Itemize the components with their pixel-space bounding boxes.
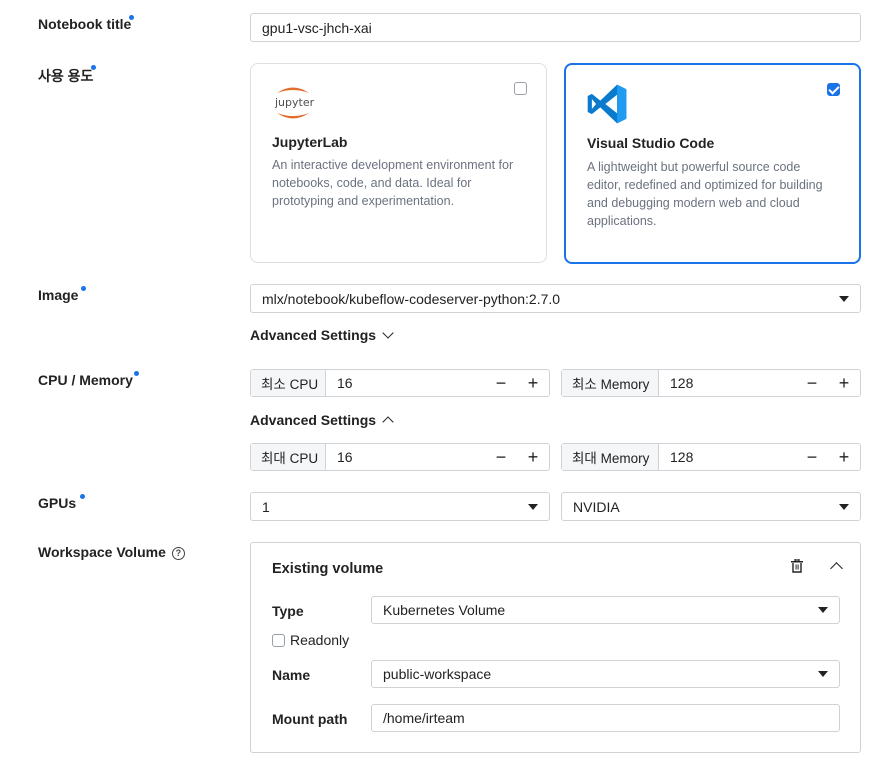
workspace-volume-text: Workspace Volume [38, 544, 166, 560]
caret-down-icon [818, 607, 828, 613]
image-label: Image [38, 287, 79, 303]
mount-path-label: Mount path [272, 711, 348, 727]
notebook-title-input[interactable]: gpu1-vsc-jhch-xai [250, 13, 861, 42]
plus-icon[interactable]: + [828, 370, 860, 396]
readonly-checkbox[interactable] [272, 634, 285, 647]
jupyter-logo: jupyter [273, 84, 314, 122]
jupyterlab-checkbox[interactable] [514, 82, 527, 95]
gpu-count-value: 1 [262, 498, 270, 515]
jupyterlab-title: JupyterLab [272, 134, 348, 150]
chevron-down-icon [382, 327, 394, 339]
vscode-checkbox[interactable] [827, 83, 840, 96]
plus-icon[interactable]: + [828, 444, 860, 470]
workspace-volume-label: Workspace Volume? [38, 544, 185, 560]
min-cpu-label: 최소 CPU [251, 370, 326, 396]
mount-path-input[interactable]: /home/irteam [371, 704, 840, 732]
caret-down-icon [818, 671, 828, 677]
max-memory-label: 최대 Memory [562, 444, 659, 470]
volume-type-value: Kubernetes Volume [383, 602, 506, 618]
readonly-label: Readonly [290, 632, 350, 648]
min-memory-stepper[interactable]: 최소 Memory 128 − + [561, 369, 861, 397]
min-memory-label: 최소 Memory [562, 370, 659, 396]
image-value: mlx/notebook/kubeflow-codeserver-python:… [262, 290, 561, 307]
max-cpu-label: 최대 CPU [251, 444, 326, 470]
gpu-count-select[interactable]: 1 [250, 492, 550, 521]
caret-down-icon [839, 503, 849, 510]
jupyterlab-desc: An interactive development environment f… [272, 158, 514, 208]
plus-icon[interactable]: + [517, 370, 549, 396]
image-select[interactable]: mlx/notebook/kubeflow-codeserver-python:… [250, 284, 861, 313]
max-memory-stepper[interactable]: 최대 Memory 128 − + [561, 443, 861, 471]
gpu-vendor-value: NVIDIA [573, 498, 620, 515]
name-label: Name [272, 667, 311, 683]
required-dot [91, 65, 96, 70]
cpu-memory-label: CPU / Memory [38, 372, 133, 388]
plus-icon[interactable]: + [517, 444, 549, 470]
volume-type-select[interactable]: Kubernetes Volume [371, 596, 840, 624]
trash-icon[interactable] [791, 558, 803, 576]
chevron-up-icon[interactable] [830, 562, 843, 575]
minus-icon[interactable]: − [485, 370, 517, 396]
type-label: Type [272, 603, 304, 619]
min-cpu-stepper[interactable]: 최소 CPU 16 − + [250, 369, 550, 397]
required-dot [80, 494, 85, 499]
chevron-up-icon [382, 416, 394, 428]
volume-name-select[interactable]: public-workspace [371, 660, 840, 688]
caret-down-icon [528, 503, 538, 510]
notebook-title-label: Notebook title [38, 16, 132, 32]
workspace-volume-card: Existing volume Type Kubernetes Volume R… [250, 542, 861, 753]
min-cpu-value[interactable]: 16 [326, 370, 485, 396]
vscode-logo-icon [586, 83, 628, 128]
image-advanced-settings-toggle[interactable]: Advanced Settings [250, 327, 394, 343]
advanced-settings-label: Advanced Settings [250, 412, 377, 428]
max-cpu-stepper[interactable]: 최대 CPU 16 − + [250, 443, 550, 471]
advanced-settings-label: Advanced Settings [250, 327, 377, 343]
volume-name-value: public-workspace [383, 666, 492, 682]
usage-label: 사용 용도 [38, 68, 94, 84]
gpus-label: GPUs [38, 495, 77, 511]
existing-volume-title: Existing volume [272, 561, 384, 577]
cpu-advanced-settings-toggle[interactable]: Advanced Settings [250, 412, 394, 428]
max-memory-value[interactable]: 128 [659, 444, 796, 470]
gpu-vendor-select[interactable]: NVIDIA [561, 492, 861, 521]
help-icon[interactable]: ? [171, 546, 185, 560]
vscode-desc: A lightweight but powerful source code e… [587, 160, 823, 228]
required-dot [81, 286, 86, 291]
min-memory-value[interactable]: 128 [659, 370, 796, 396]
minus-icon[interactable]: − [485, 444, 517, 470]
minus-icon[interactable]: − [796, 370, 828, 396]
minus-icon[interactable]: − [796, 444, 828, 470]
caret-down-icon [839, 295, 849, 302]
vscode-title: Visual Studio Code [587, 135, 715, 151]
required-dot [134, 371, 139, 376]
max-cpu-value[interactable]: 16 [326, 444, 485, 470]
vscode-card[interactable]: Visual Studio Code A lightweight but pow… [564, 63, 861, 264]
jupyterlab-card[interactable]: jupyter JupyterLab An interactive develo… [250, 63, 547, 263]
required-dot [129, 15, 134, 20]
